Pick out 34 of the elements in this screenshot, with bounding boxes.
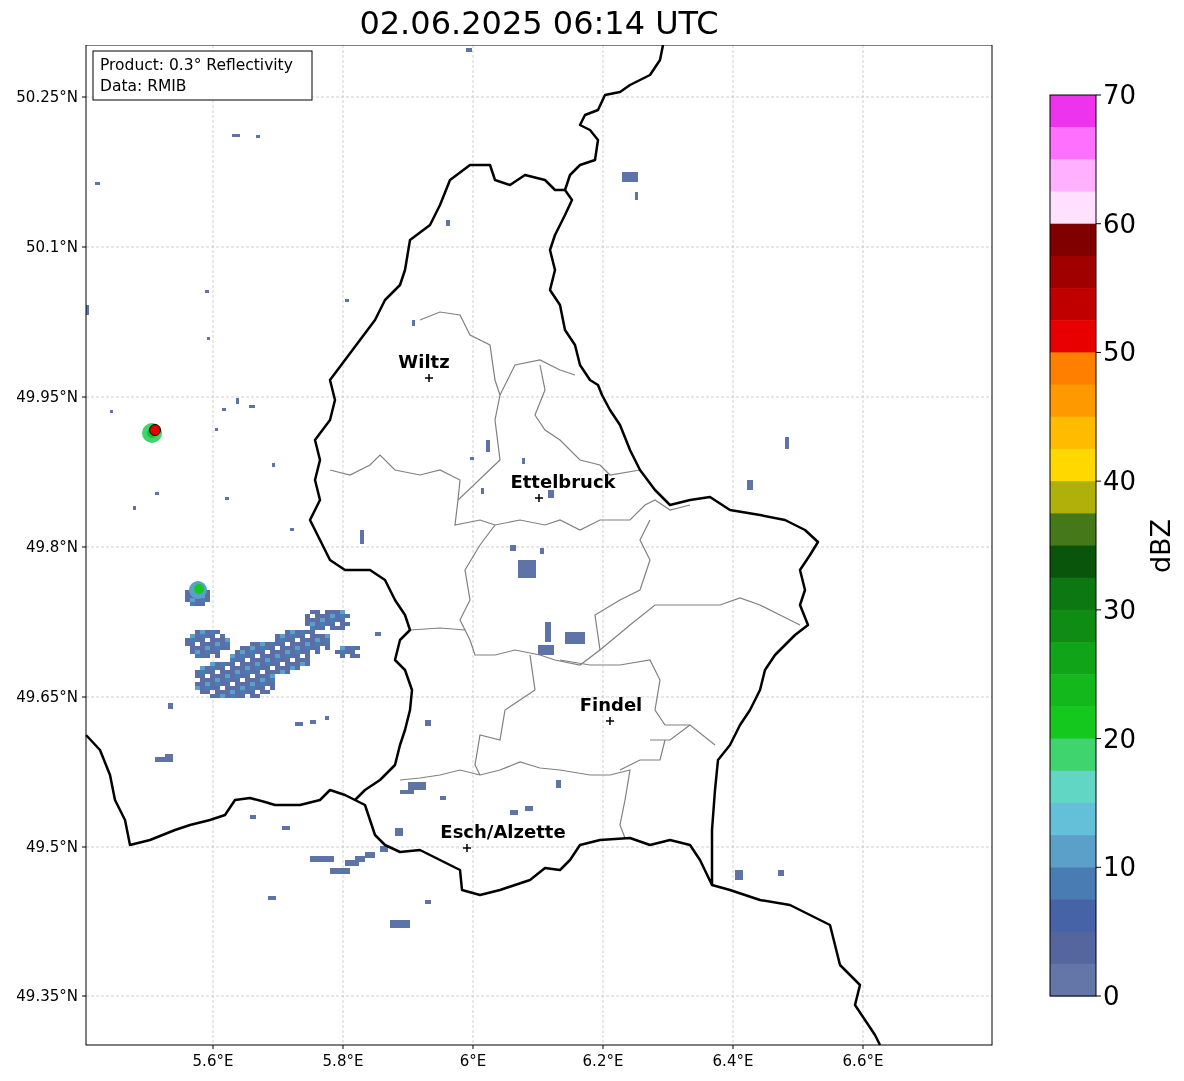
city-label: Findel — [579, 694, 643, 715]
latitude-label: 49.5°N — [25, 838, 78, 856]
info-text: Data: RMIB — [100, 77, 187, 95]
latitude-label: 49.8°N — [25, 538, 78, 556]
longitude-label: 6.4°E — [712, 1052, 754, 1070]
longitude-label: 5.8°E — [322, 1052, 364, 1070]
latitude-label: 50.25°N — [16, 88, 78, 106]
longitude-label: 6°E — [459, 1052, 487, 1070]
city-marker-icon — [462, 843, 472, 853]
city-label: Ettelbruck — [510, 471, 616, 492]
colorbar-tick-label: 60 — [1103, 208, 1137, 239]
city-label: Esch/Alzette — [440, 821, 566, 842]
colorbar-tick-label: 20 — [1103, 723, 1137, 754]
longitude-label: 5.6°E — [192, 1052, 234, 1070]
city-marker-icon — [424, 373, 434, 383]
colorbar-axis-label: dBZ — [1145, 518, 1176, 574]
colorbar-tick-label: 10 — [1103, 852, 1137, 883]
latitude-label: 50.1°N — [25, 238, 78, 256]
longitude-label: 6.6°E — [842, 1052, 884, 1070]
radar-site-icon — [149, 424, 161, 436]
latitude-label: 49.65°N — [16, 688, 78, 706]
city-marker-icon — [534, 493, 544, 503]
latitude-label: 49.35°N — [16, 987, 78, 1005]
colorbar-tick-label: 70 — [1103, 80, 1137, 110]
colorbar-tick-label: 50 — [1103, 337, 1137, 368]
plot-title: 02.06.2025 06:14 UTC — [359, 2, 719, 44]
city-label: Wiltz — [398, 351, 450, 372]
colorbar-tick-label: 40 — [1103, 466, 1137, 497]
city-marker-icon — [605, 716, 615, 726]
colorbar-tick-label: 0 — [1103, 981, 1120, 1011]
latitude-label: 49.95°N — [16, 388, 78, 406]
colorbar-tick-label: 30 — [1103, 594, 1137, 625]
info-text: Product: 0.3° Reflectivity — [100, 56, 293, 74]
longitude-label: 6.2°E — [582, 1052, 624, 1070]
